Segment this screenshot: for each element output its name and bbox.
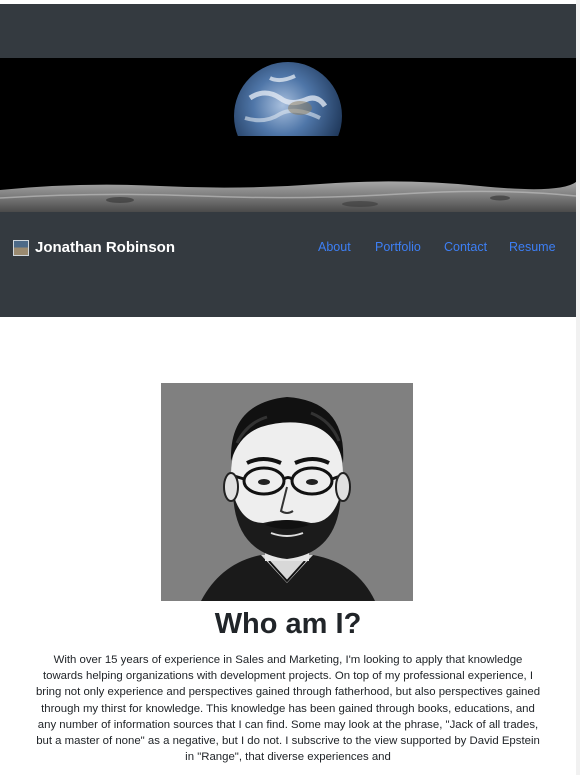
about-body: With over 15 years of experience in Sale…	[35, 654, 541, 764]
brand-link[interactable]: Jonathan Robinson	[13, 239, 175, 256]
banner-image	[0, 58, 576, 212]
nav-link-contact[interactable]: Contact	[444, 240, 487, 254]
nav-link-portfolio[interactable]: Portfolio	[375, 240, 421, 254]
portrait-drawing	[161, 383, 413, 601]
brand-name: Jonathan Robinson	[35, 239, 175, 256]
nav-link-resume[interactable]: Resume	[509, 240, 556, 254]
scrollbar[interactable]	[576, 0, 580, 775]
about-title: Who am I?	[214, 608, 362, 640]
profile-thumbnail-icon	[13, 239, 29, 256]
navbar: Jonathan Robinson About Portfolio Contac…	[0, 212, 576, 288]
site-header: Jonathan Robinson About Portfolio Contac…	[0, 4, 576, 317]
nav-link-about[interactable]: About	[318, 240, 351, 254]
portrait-image	[161, 383, 413, 601]
earthrise-image	[0, 58, 576, 212]
